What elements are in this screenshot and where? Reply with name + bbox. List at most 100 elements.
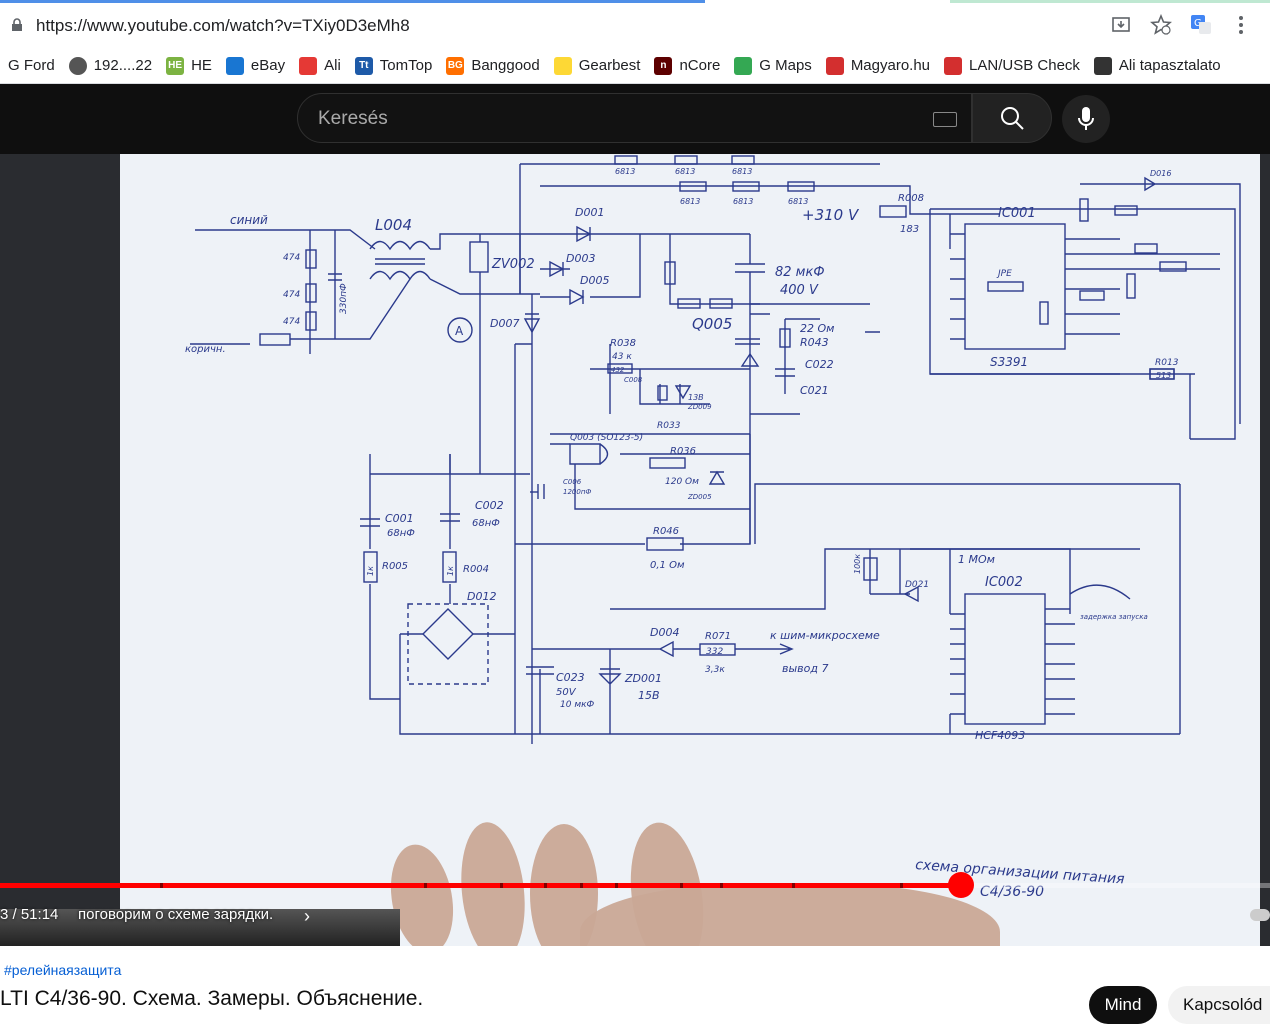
install-app-icon[interactable]: [1110, 14, 1132, 36]
bookmark-favicon-icon: n: [654, 56, 673, 75]
bookmark-item[interactable]: n nCore: [654, 56, 721, 75]
search-button[interactable]: [972, 93, 1052, 143]
filter-related-button[interactable]: Kapcsolód: [1168, 986, 1270, 1024]
label-z15: 15В: [638, 689, 660, 702]
label-c82: 82 мкФ: [775, 265, 825, 280]
bookmark-label: Ali tapasztalato: [1118, 57, 1221, 74]
label-d13: 13В: [688, 393, 704, 402]
chapter-title[interactable]: поговорим о схеме зарядки.: [78, 906, 273, 923]
youtube-header: Keresés: [0, 84, 1270, 154]
microphone-icon: [1078, 107, 1094, 130]
hashtag-link[interactable]: #релейнаязащита: [4, 962, 121, 978]
bookmark-favicon-icon: BG: [446, 56, 465, 75]
bookmark-item[interactable]: Ali: [299, 56, 341, 75]
voice-search-button[interactable]: [1062, 95, 1110, 143]
keyboard-icon[interactable]: [933, 112, 957, 127]
bookmark-item[interactable]: BG Banggood: [446, 56, 540, 75]
search-box[interactable]: Keresés: [297, 93, 972, 143]
label-pin7: вывод 7: [782, 662, 828, 675]
chapter-marker: [160, 883, 163, 888]
bookmarks-bar: G Ford 192....22 HE HE eBay Ali Tt TomTop BG Bang…: [0, 48, 1270, 84]
seek-bar[interactable]: [0, 883, 1270, 888]
bookmark-item[interactable]: Magyaro.hu: [825, 56, 930, 75]
label-zd009: ZD009: [687, 403, 712, 411]
label-c021: C021: [800, 384, 829, 397]
bookmark-star-icon[interactable]: [1150, 14, 1172, 36]
bookmark-item[interactable]: G Ford: [8, 57, 55, 74]
autoplay-toggle[interactable]: [1250, 909, 1270, 921]
label-c68a: 68нФ: [387, 528, 415, 539]
chevron-right-icon[interactable]: ›: [304, 906, 310, 927]
map-pin-icon: [734, 56, 753, 75]
url-field[interactable]: https://www.youtube.com/watch?v=TXiy0D3e…: [36, 16, 410, 36]
magyaro-icon: [825, 56, 844, 75]
bookmark-item[interactable]: Gearbest: [553, 56, 641, 75]
label-r474c: 474: [283, 317, 300, 327]
label-d012: D012: [467, 590, 496, 603]
label-r100k: 100к: [853, 554, 862, 574]
video-info: #релейнаязащита LTI C4/36-90. Схема. Зам…: [0, 946, 1270, 1025]
label-r6813e: 6813: [733, 197, 753, 206]
bookmark-item[interactable]: Tt TomTop: [354, 56, 433, 75]
label-r038: R038: [610, 338, 636, 349]
label-r43k: 43 к: [612, 352, 632, 362]
label-r513: 513: [1156, 371, 1171, 380]
label-c68b: 68нФ: [472, 518, 500, 529]
label-wire-blue: синий: [230, 213, 268, 227]
label-r6813f: 6813: [788, 197, 808, 206]
bookmark-favicon-icon: HE: [166, 56, 185, 75]
bookmark-label: Gearbest: [578, 57, 641, 74]
chapter-marker: [792, 883, 795, 888]
label-r043: R043: [800, 336, 829, 349]
bookmark-label: TomTop: [379, 57, 433, 74]
label-zv002: ZV002: [491, 257, 535, 272]
bookmark-favicon-icon: Tt: [354, 56, 373, 75]
label-r474b: 474: [283, 290, 300, 300]
label-jpe: JPE: [996, 269, 1012, 279]
label-r005: R005: [382, 561, 408, 572]
bookmark-item[interactable]: eBay: [225, 56, 285, 75]
gearbest-icon: [553, 56, 572, 75]
bookmark-item[interactable]: 192....22: [68, 56, 152, 75]
label-c006: C006: [563, 478, 582, 486]
search-input[interactable]: Keresés: [318, 108, 388, 130]
label-zd001: ZD001: [624, 672, 662, 685]
label-r008: R008: [898, 193, 924, 204]
label-to-pwm: к шим-микросхеме: [770, 629, 880, 642]
ali-icon: [299, 56, 318, 75]
label-l004: L004: [375, 216, 412, 234]
label-c400: 400 V: [780, 283, 819, 298]
filter-all-button[interactable]: Mind: [1089, 986, 1157, 1024]
google-translate-icon[interactable]: G: [1190, 14, 1212, 36]
lan-icon: [944, 56, 963, 75]
video-player[interactable]: синий коричн. L004 474 474 474 330пФ ZV0…: [0, 154, 1270, 946]
label-r004: R004: [463, 564, 489, 575]
bookmark-label: nCore: [679, 57, 721, 74]
label-ic002: IC002: [985, 575, 1023, 590]
chapter-marker: [720, 883, 723, 888]
label-c023: C023: [556, 671, 585, 684]
label-d004: D004: [650, 626, 679, 639]
label-r6813d: 6813: [680, 197, 700, 206]
label-c022: C022: [805, 358, 834, 371]
bookmark-item[interactable]: G Maps: [734, 56, 812, 75]
page-load-progress: [0, 0, 705, 3]
bookmark-item[interactable]: HE HE: [166, 56, 212, 75]
bookmark-item[interactable]: Ali tapasztalato: [1093, 56, 1221, 75]
label-c001: C001: [385, 512, 414, 525]
globe-icon: [68, 56, 87, 75]
bookmark-item[interactable]: LAN/USB Check: [944, 56, 1080, 75]
ali-exp-icon: [1093, 56, 1112, 75]
label-r120: 120 Ом: [665, 477, 699, 487]
label-d001: D001: [575, 206, 604, 219]
video-title: LTI C4/36-90. Схема. Замеры. Объяснение.: [0, 987, 424, 1010]
chapter-marker: [900, 883, 903, 888]
label-q003: Q003 (SO123-5): [570, 433, 643, 443]
label-wire-brown: коричн.: [185, 344, 226, 355]
menu-icon[interactable]: [1230, 14, 1252, 36]
search-icon: [1001, 107, 1024, 130]
label-d003: D003: [566, 252, 595, 265]
label-d007: D007: [490, 317, 519, 330]
label-r071: R071: [705, 631, 731, 642]
label-r6813b: 6813: [675, 167, 695, 176]
